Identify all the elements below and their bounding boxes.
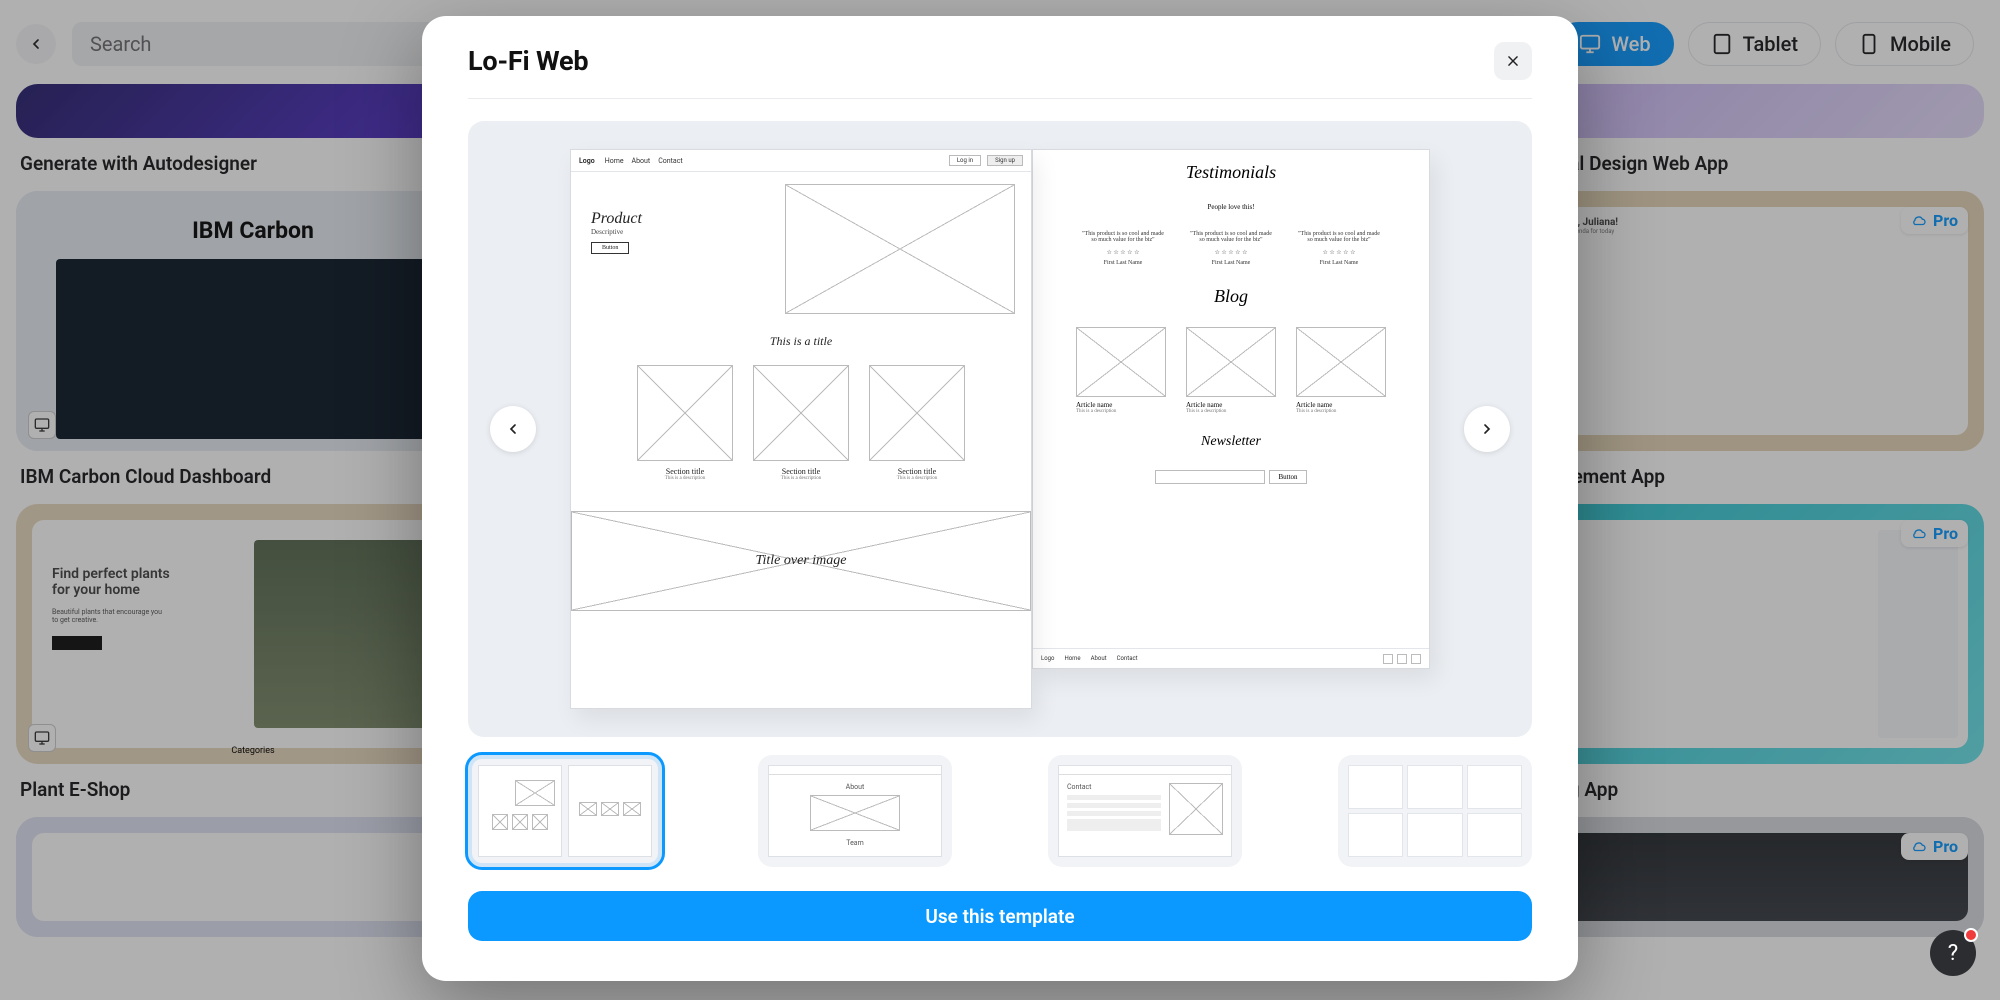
close-button[interactable]: [1494, 42, 1532, 80]
divider: [468, 98, 1532, 99]
preview-stage: Testimonials People love this! "This pro…: [468, 121, 1532, 737]
chevron-left-icon: [505, 421, 521, 437]
thumbnail[interactable]: Contact: [1048, 755, 1242, 867]
use-template-button[interactable]: Use this template: [468, 891, 1532, 941]
use-template-label: Use this template: [925, 905, 1074, 928]
modal-title: Lo-Fi Web: [468, 45, 588, 77]
wireframe-preview: Testimonials People love this! "This pro…: [570, 149, 1430, 709]
thumbnail[interactable]: About Team: [758, 755, 952, 867]
wf-sub: People love this!: [1207, 203, 1254, 211]
notification-dot: [1964, 928, 1978, 942]
wf-product: Product: [591, 210, 759, 228]
help-button[interactable]: ?: [1930, 930, 1976, 976]
wf-blog: Blog: [1214, 286, 1248, 307]
chevron-right-icon: [1479, 421, 1495, 437]
thumbnail[interactable]: [468, 755, 662, 867]
thumbnail[interactable]: [1338, 755, 1532, 867]
template-preview-modal: Lo-Fi Web Testimonials People love this!: [422, 16, 1578, 981]
thumbnail-row: About Team Contact: [422, 737, 1578, 867]
next-button[interactable]: [1464, 406, 1510, 452]
wf-titlerow: This is a title: [587, 334, 1015, 349]
wf-news: Newsletter: [1201, 434, 1261, 450]
prev-button[interactable]: [490, 406, 536, 452]
wf-over-image: Title over image: [571, 511, 1031, 611]
help-icon: ?: [1948, 941, 1958, 966]
modal-overlay[interactable]: Lo-Fi Web Testimonials People love this!: [0, 0, 2000, 1000]
close-icon: [1506, 54, 1520, 68]
wf-testimonials: Testimonials: [1186, 162, 1276, 183]
